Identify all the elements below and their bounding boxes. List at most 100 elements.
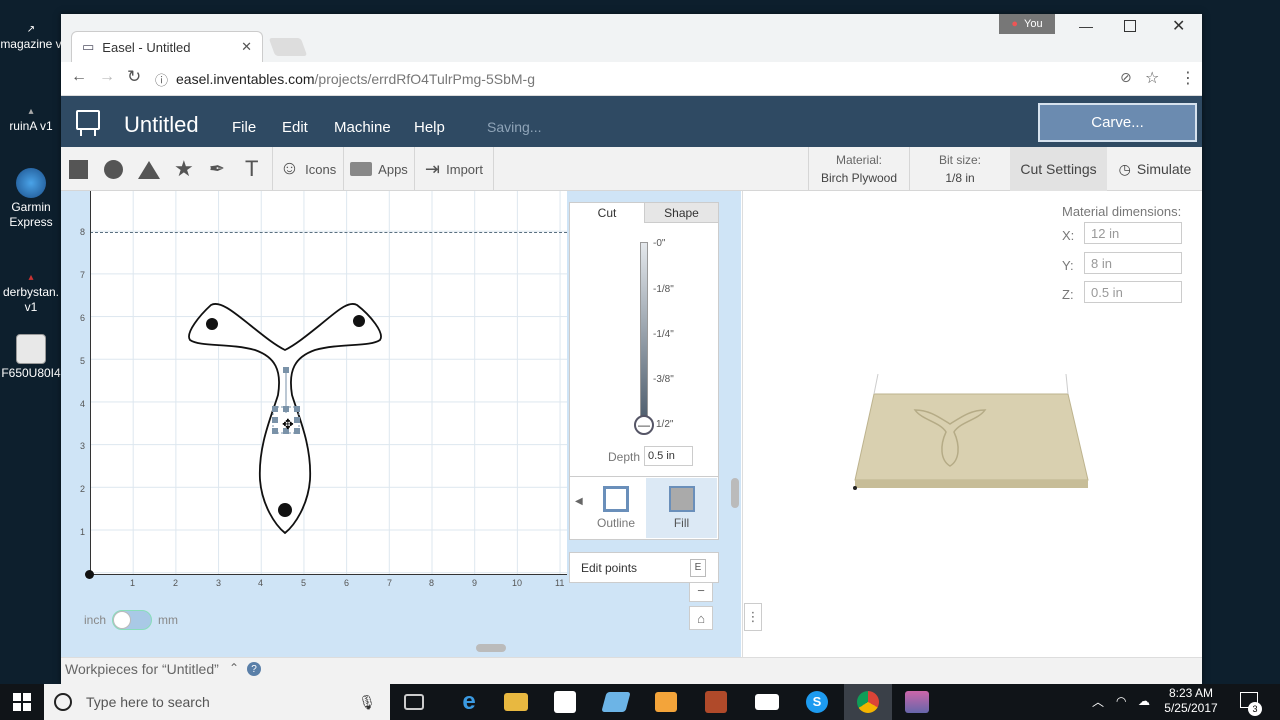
carve-button[interactable]: Carve... <box>1038 103 1197 142</box>
chevron-up-icon[interactable]: ⌃ <box>229 661 239 675</box>
desktop-icon-magazine[interactable]: ↗ magazine v <box>0 22 62 52</box>
y-tick: 1 <box>80 527 86 537</box>
divider <box>570 476 718 477</box>
desktop-icon-ruina[interactable]: ▴ ruinA v1 <box>0 104 62 134</box>
y-tick: 4 <box>80 399 86 409</box>
mail-icon[interactable] <box>755 694 779 710</box>
forward-icon[interactable]: → <box>99 68 115 86</box>
browser-tab[interactable]: ▭ Easel - Untitled ✕ <box>71 31 263 62</box>
material-selector[interactable]: Material: Birch Plywood <box>809 151 909 187</box>
y-tick: 6 <box>80 313 86 323</box>
close-tab-icon[interactable]: ✕ <box>241 39 252 55</box>
preview-gridline <box>873 373 879 395</box>
fill-option[interactable]: Fill <box>646 478 717 538</box>
resize-handle[interactable] <box>272 428 278 434</box>
tab-shape[interactable]: Shape <box>644 203 718 223</box>
import-button[interactable]: ⇥ Import <box>415 147 493 191</box>
dim-x-input[interactable]: 12 in <box>1084 222 1182 244</box>
unit-toggle[interactable] <box>112 610 152 630</box>
text-tool-icon[interactable]: T <box>245 156 258 182</box>
outline-option[interactable]: Outline <box>587 478 645 538</box>
menu-edit[interactable]: Edit <box>282 119 308 136</box>
triangle-tool-icon[interactable] <box>138 161 160 179</box>
pen-tool-icon[interactable]: ✒ <box>209 158 225 181</box>
task-view-icon[interactable] <box>404 694 424 710</box>
edit-points-button[interactable]: Edit points E <box>569 552 719 583</box>
new-tab-button[interactable] <box>268 38 308 56</box>
cortana-icon <box>54 693 72 711</box>
microphone-icon[interactable]: 🎙 <box>358 694 376 711</box>
desktop-icon-f650[interactable]: F650U80I4 <box>0 334 62 381</box>
clock[interactable]: 8:23 AM 5/25/2017 <box>1160 686 1222 716</box>
back-icon[interactable]: ← <box>71 68 87 86</box>
media-player-icon[interactable] <box>655 692 677 712</box>
resize-handle[interactable] <box>294 428 300 434</box>
x-tick: 4 <box>258 578 264 588</box>
translate-icon[interactable]: ⊘ <box>1120 69 1132 86</box>
y-axis <box>90 191 91 575</box>
url-bar[interactable]: ⓘ easel.inventables.com /projects/errdRf… <box>155 66 1173 92</box>
home-icon[interactable]: ⌂ <box>689 606 713 630</box>
menu-file[interactable]: File <box>232 119 256 136</box>
file-explorer-icon[interactable] <box>504 693 528 711</box>
cloud-icon[interactable]: ☁ <box>1138 694 1150 708</box>
desktop-icon-derbystan[interactable]: ▴ derbystan. v1 <box>0 270 62 315</box>
dim-z-input[interactable]: 0.5 in <box>1084 281 1182 303</box>
star-icon[interactable]: ☆ <box>1145 68 1159 88</box>
edge-icon[interactable]: e <box>455 688 483 716</box>
outline-icon <box>603 486 629 512</box>
windows-start-icon[interactable] <box>13 693 31 711</box>
simulate-button[interactable]: ◷ Simulate <box>1108 147 1202 191</box>
icons-button[interactable]: ☺ Icons <box>273 147 343 191</box>
horizontal-scrollbar[interactable] <box>476 644 506 652</box>
menu-help[interactable]: Help <box>414 119 445 136</box>
rectangle-tool-icon[interactable] <box>69 160 88 179</box>
apps-button[interactable]: Apps <box>344 147 414 191</box>
store-icon[interactable] <box>554 691 576 713</box>
dim-y-input[interactable]: 8 in <box>1084 252 1182 274</box>
chevron-up-tray-icon[interactable]: ︿ <box>1092 693 1104 710</box>
chrome-menu-icon[interactable]: ⋮ <box>1180 68 1196 88</box>
resize-handle[interactable] <box>294 406 300 412</box>
circle-tool-icon[interactable] <box>104 160 123 179</box>
menu-machine[interactable]: Machine <box>334 119 391 136</box>
hole-right <box>353 315 365 327</box>
help-icon[interactable]: ? <box>247 662 261 676</box>
resize-handle[interactable] <box>294 417 300 423</box>
tab-cut[interactable]: Cut <box>570 203 644 223</box>
easel-logo-icon[interactable] <box>76 110 100 130</box>
wifi-icon[interactable]: ◠ <box>1116 694 1126 708</box>
more-options-icon[interactable]: ⋮ <box>744 603 762 631</box>
chevron-left-icon[interactable]: ◀ <box>575 496 583 507</box>
desktop-icon-garmin[interactable]: Garmin Express <box>0 168 62 230</box>
apps-brick-icon <box>350 162 373 176</box>
resize-handle[interactable] <box>272 406 278 412</box>
resize-handle[interactable] <box>272 417 278 423</box>
depth-input[interactable]: 0.5 in <box>644 446 693 466</box>
minimize-icon[interactable]: — <box>1079 18 1093 34</box>
taskbar-search[interactable]: Type here to search 🎙 <box>44 684 390 720</box>
y-tick: 8 <box>80 227 86 237</box>
cut-settings-button[interactable]: Cut Settings <box>1010 147 1107 191</box>
y-tick: 5 <box>80 356 86 366</box>
toolbar-divider <box>493 147 494 191</box>
app-icon[interactable] <box>705 691 727 713</box>
workpieces-label[interactable]: Workpieces for “Untitled” <box>65 661 219 677</box>
taskbar-chrome-active[interactable] <box>844 684 892 720</box>
close-window-icon[interactable]: ✕ <box>1172 16 1185 36</box>
depth-slider-handle[interactable]: — <box>634 415 654 435</box>
resize-handle[interactable] <box>283 406 289 412</box>
star-tool-icon[interactable]: ★ <box>174 156 194 182</box>
vertical-scrollbar[interactable] <box>731 478 739 508</box>
3d-material-preview[interactable] <box>850 370 1095 495</box>
project-title[interactable]: Untitled <box>124 112 199 138</box>
reload-icon[interactable]: ↻ <box>127 67 141 87</box>
maximize-icon[interactable] <box>1124 20 1136 32</box>
rotate-handle[interactable] <box>283 367 289 373</box>
user-profile-badge[interactable]: ● You <box>999 14 1055 34</box>
photo-app-icon[interactable] <box>905 691 929 713</box>
info-icon: ⓘ <box>155 72 169 88</box>
depth-slider-track[interactable] <box>640 242 648 426</box>
bit-size-selector[interactable]: Bit size: 1/8 in <box>910 151 1010 187</box>
skype-icon[interactable]: S <box>806 691 828 713</box>
